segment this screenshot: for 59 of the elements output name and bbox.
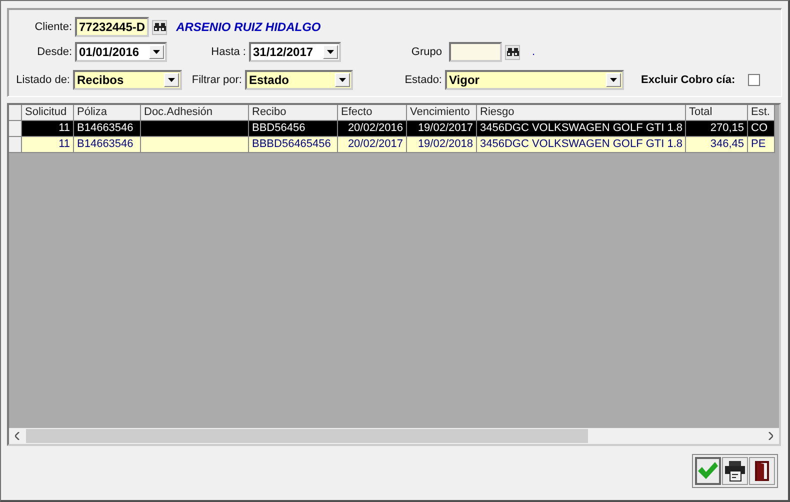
table-cell: BBD56456 [249,121,338,137]
binoculars-icon [154,22,166,32]
column-header[interactable]: Est. [748,105,775,121]
row-header [9,105,22,121]
table-cell: BBBD56465456 [249,137,338,153]
horizontal-scrollbar[interactable] [9,428,779,444]
date-picker[interactable]: 01/01/2016 [75,42,167,62]
column-header[interactable]: Efecto [338,105,407,121]
dropdown[interactable]: Estado [245,70,353,90]
table-cell: 19/02/2017 [407,121,477,137]
door-icon [754,460,770,482]
table-cell: 11 [22,137,74,153]
table-cell: PE [748,137,775,153]
column-header[interactable]: Total [686,105,748,121]
field-label: Cliente: [34,21,72,33]
field-label: Grupo [410,46,442,58]
column-header[interactable]: Recibo [249,105,338,121]
date-picker[interactable]: 31/12/2017 [249,42,341,62]
binoculars-icon [506,47,518,57]
search-button[interactable] [152,20,168,34]
printer-icon [724,460,746,482]
checkbox[interactable] [748,74,760,86]
table-cell: 19/02/2018 [407,137,477,153]
column-header[interactable]: Solicitud [22,105,74,121]
table-cell: 20/02/2016 [338,121,407,137]
field-label: Excluir Cobro cía: [641,74,736,86]
table-cell: 20/02/2017 [338,137,407,153]
dropdown[interactable]: Vigor [445,70,624,90]
column-header[interactable]: Doc.Adhesión [141,105,249,121]
scroll-left-icon[interactable] [15,432,20,440]
group-name: . [532,46,536,58]
field-label: Listado de: [15,74,70,86]
field-label: Desde: [36,46,72,58]
print-button[interactable] [722,457,748,485]
table-cell: CO [748,121,775,137]
scroll-right-icon[interactable] [768,432,773,440]
column-header[interactable]: Vencimiento [407,105,477,121]
table-cell: B14663546 [74,121,141,137]
table-cell: 270,15 [686,121,748,137]
group-field[interactable] [449,42,502,62]
search-button[interactable] [505,44,520,60]
checkmark-icon [697,461,719,481]
client-field[interactable]: 77232445-D [75,17,150,37]
table-row[interactable]: 11 B14663546 BBD56456 20/02/2016 19/02/2017 3456DGC VOLKSWAGEN GOLF GTI 1.8 270,15 CO [9,121,779,137]
table-cell: 3456DGC VOLKSWAGEN GOLF GTI 1.8 [477,121,686,137]
table-cell: 11 [22,121,74,137]
exit-button[interactable] [749,457,775,485]
client-name: ARSENIO RUIZ HIDALGO [176,20,321,34]
table-row[interactable]: 11 B14663546 BBBD56465456 20/02/2017 19/02/2018 3456DGC VOLKSWAGEN GOLF GTI 1.8 346,45 PE [9,137,779,153]
field-label: Estado: [404,74,442,86]
column-header[interactable]: Póliza [74,105,141,121]
field-label: Filtrar por: [190,74,242,86]
table-cell: B14663546 [74,137,141,153]
dropdown[interactable]: Recibos [73,70,182,90]
table-cell: 346,45 [686,137,748,153]
accept-button[interactable] [695,457,721,485]
table-cell: 3456DGC VOLKSWAGEN GOLF GTI 1.8 [477,137,686,153]
field-label: Hasta : [210,46,246,58]
column-header[interactable]: Riesgo [477,105,686,121]
